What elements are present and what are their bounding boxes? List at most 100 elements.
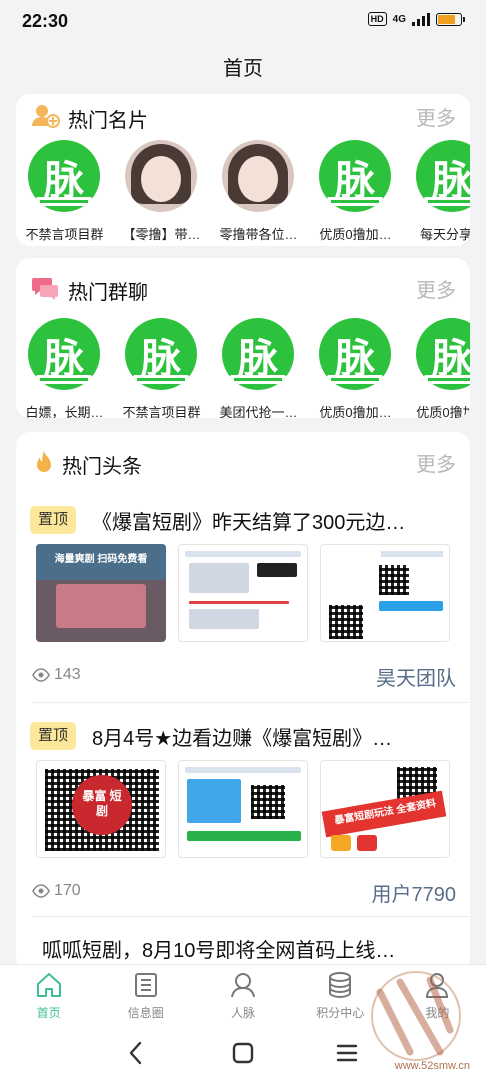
avatar-label: 美团代抢一… bbox=[219, 405, 298, 418]
avatar-item[interactable]: 脉优质0撸加… bbox=[307, 318, 404, 418]
news-item[interactable]: 置顶 《爆富短剧》昨天结算了300元边… 海量爽剧 扫码免费看 143 昊天团队 bbox=[16, 502, 470, 702]
tab-points-center[interactable]: 积分中心 bbox=[292, 965, 389, 1027]
hot-cards-section: 热门名片 更多 脉不禁言项目群【零撸】带…零撸带各位…脉优质0撸加…脉每天分享稳 bbox=[16, 94, 470, 246]
status-bar: 22:30 HD 4G bbox=[0, 0, 486, 42]
news-thumbnail bbox=[178, 760, 308, 858]
contacts-icon bbox=[231, 973, 255, 998]
hot-news-header: 热门头条 更多 bbox=[16, 440, 470, 484]
avatar: 脉 bbox=[319, 318, 391, 390]
poster-text: 海量爽剧 扫码免费看 bbox=[54, 554, 148, 565]
tab-home[interactable]: 首页 bbox=[0, 965, 97, 1027]
coins-icon bbox=[329, 972, 352, 999]
tab-label: 积分中心 bbox=[316, 1006, 365, 1020]
avatar: 脉 bbox=[222, 318, 294, 390]
hot-cards-header: 热门名片 更多 bbox=[16, 94, 470, 138]
pinned-badge: 置顶 bbox=[30, 506, 76, 534]
list-icon bbox=[134, 973, 157, 997]
avatar: 脉 bbox=[28, 318, 100, 390]
network-label: 4G bbox=[392, 13, 406, 25]
hot-news-title: 热门头条 bbox=[62, 456, 142, 478]
avatar: 脉 bbox=[416, 318, 470, 390]
avatar-label: 白嫖，长期… bbox=[25, 405, 104, 418]
avatar-label: 【零撸】带… bbox=[122, 227, 201, 242]
qr-center-text: 暴富 短剧 bbox=[82, 789, 122, 818]
battery-fill bbox=[438, 14, 455, 24]
tab-label: 人脉 bbox=[231, 1006, 256, 1020]
eye-icon bbox=[32, 884, 50, 898]
avatar-item[interactable]: 脉优质0撸加… bbox=[307, 140, 404, 246]
news-thumbnail bbox=[178, 544, 308, 642]
person-add-icon bbox=[32, 105, 60, 128]
menu-icon[interactable] bbox=[336, 1040, 358, 1066]
battery-icon bbox=[436, 12, 465, 26]
news-thumbnail: 海量爽剧 扫码免费看 bbox=[36, 544, 166, 642]
avatar-label: 不禁言项目群 bbox=[122, 405, 201, 418]
avatar: 脉 bbox=[125, 318, 197, 390]
view-count-value: 170 bbox=[54, 882, 81, 899]
hot-cards-title: 热门名片 bbox=[68, 110, 148, 132]
divider bbox=[32, 916, 470, 917]
avatar-item[interactable]: 零撸带各位… bbox=[210, 140, 307, 246]
watermark-text: www.52smw.cn bbox=[394, 1060, 470, 1072]
news-thumbnail: 暴富 短剧 bbox=[36, 760, 166, 858]
avatar-label: 零撸带各位… bbox=[219, 227, 298, 242]
tab-label: 我的 bbox=[425, 1006, 450, 1020]
avatar: 脉 bbox=[28, 140, 100, 212]
avatar-item[interactable]: 脉白嫖，长期… bbox=[16, 318, 113, 418]
avatar-label: 不禁言项目群 bbox=[25, 227, 104, 242]
hot-groups-more-link[interactable]: 更多 bbox=[416, 274, 456, 303]
tab-label: 信息圈 bbox=[127, 1006, 164, 1020]
fire-icon bbox=[37, 451, 51, 472]
back-icon[interactable] bbox=[126, 1040, 146, 1066]
view-count-value: 143 bbox=[54, 666, 81, 683]
news-author[interactable]: 昊天团队 bbox=[376, 662, 456, 691]
avatar-label: 优质0撸加… bbox=[416, 405, 470, 418]
eye-icon bbox=[32, 668, 50, 682]
news-author[interactable]: 用户7790 bbox=[372, 878, 457, 907]
avatar: 脉 bbox=[319, 140, 391, 212]
avatar-item[interactable]: 【零撸】带… bbox=[113, 140, 210, 246]
status-time: 22:30 bbox=[22, 11, 69, 31]
avatar-item[interactable]: 脉优质0撸加… bbox=[404, 318, 470, 418]
news-thumbnail bbox=[320, 544, 450, 642]
avatar bbox=[125, 140, 197, 212]
hot-news-section: 热门头条 更多 置顶 《爆富短剧》昨天结算了300元边… 海量爽剧 扫码免费看 … bbox=[16, 432, 470, 972]
tab-contacts[interactable]: 人脉 bbox=[194, 965, 291, 1027]
avatar-label: 优质0撸加… bbox=[319, 227, 392, 242]
hd-icon: HD bbox=[367, 12, 387, 26]
home-icon bbox=[36, 973, 61, 997]
tab-me[interactable]: 我的 bbox=[389, 965, 486, 1027]
signal-icon bbox=[412, 12, 430, 26]
view-count: 170 bbox=[32, 882, 81, 900]
hot-groups-title: 热门群聊 bbox=[68, 282, 148, 304]
hot-groups-section: 热门群聊 更多 脉白嫖，长期… 脉不禁言项目群脉美团代抢一… 脉优质0撸加… 脉优质0… bbox=[16, 258, 470, 418]
news-thumbnail: 暴富短剧玩法 全套资料 bbox=[320, 760, 450, 858]
news-item[interactable]: 置顶 8月4号★边看边赚《爆富短剧》… 暴富 短剧 暴富短剧玩法 全套资料 17… bbox=[16, 718, 470, 918]
hot-cards-more-link[interactable]: 更多 bbox=[416, 102, 456, 131]
avatar: 脉 bbox=[416, 140, 470, 212]
avatar-item[interactable]: 脉不禁言项目群 bbox=[113, 318, 210, 418]
news-title: 呱呱短剧，8月10号即将全网首码上线… bbox=[42, 940, 396, 962]
news-title: 8月4号★边看边赚《爆富短剧》… bbox=[92, 728, 393, 750]
avatar-item[interactable]: 脉美团代抢一… bbox=[210, 318, 307, 418]
pinned-badge: 置顶 bbox=[30, 722, 76, 750]
status-icons: HD 4G bbox=[367, 12, 465, 26]
news-title: 《爆富短剧》昨天结算了300元边… bbox=[92, 512, 406, 534]
avatar-item[interactable]: 脉不禁言项目群 bbox=[16, 140, 113, 246]
hot-news-more-link[interactable]: 更多 bbox=[416, 448, 456, 477]
tab-label: 首页 bbox=[36, 1006, 61, 1020]
hot-cards-list: 脉不禁言项目群【零撸】带…零撸带各位…脉优质0撸加…脉每天分享稳 bbox=[16, 140, 470, 246]
bottom-tab-bar: 首页 信息圈 人脉 积分中心 我的 bbox=[0, 964, 486, 1026]
page-title: 首页 bbox=[223, 58, 263, 80]
user-icon bbox=[426, 973, 449, 998]
chat-bubble-icon bbox=[32, 278, 58, 300]
avatar-label: 优质0撸加… bbox=[319, 405, 392, 418]
hot-groups-list: 脉白嫖，长期…脉不禁言项目群脉美团代抢一…脉优质0撸加…脉优质0撸加… bbox=[16, 318, 470, 418]
avatar-label: 每天分享稳 bbox=[419, 227, 470, 242]
divider bbox=[32, 702, 470, 703]
view-count: 143 bbox=[32, 666, 81, 684]
avatar bbox=[222, 140, 294, 212]
avatar-item[interactable]: 脉每天分享稳 bbox=[404, 140, 470, 246]
tab-info-circle[interactable]: 信息圈 bbox=[97, 965, 194, 1027]
home-button-icon[interactable] bbox=[230, 1040, 256, 1066]
